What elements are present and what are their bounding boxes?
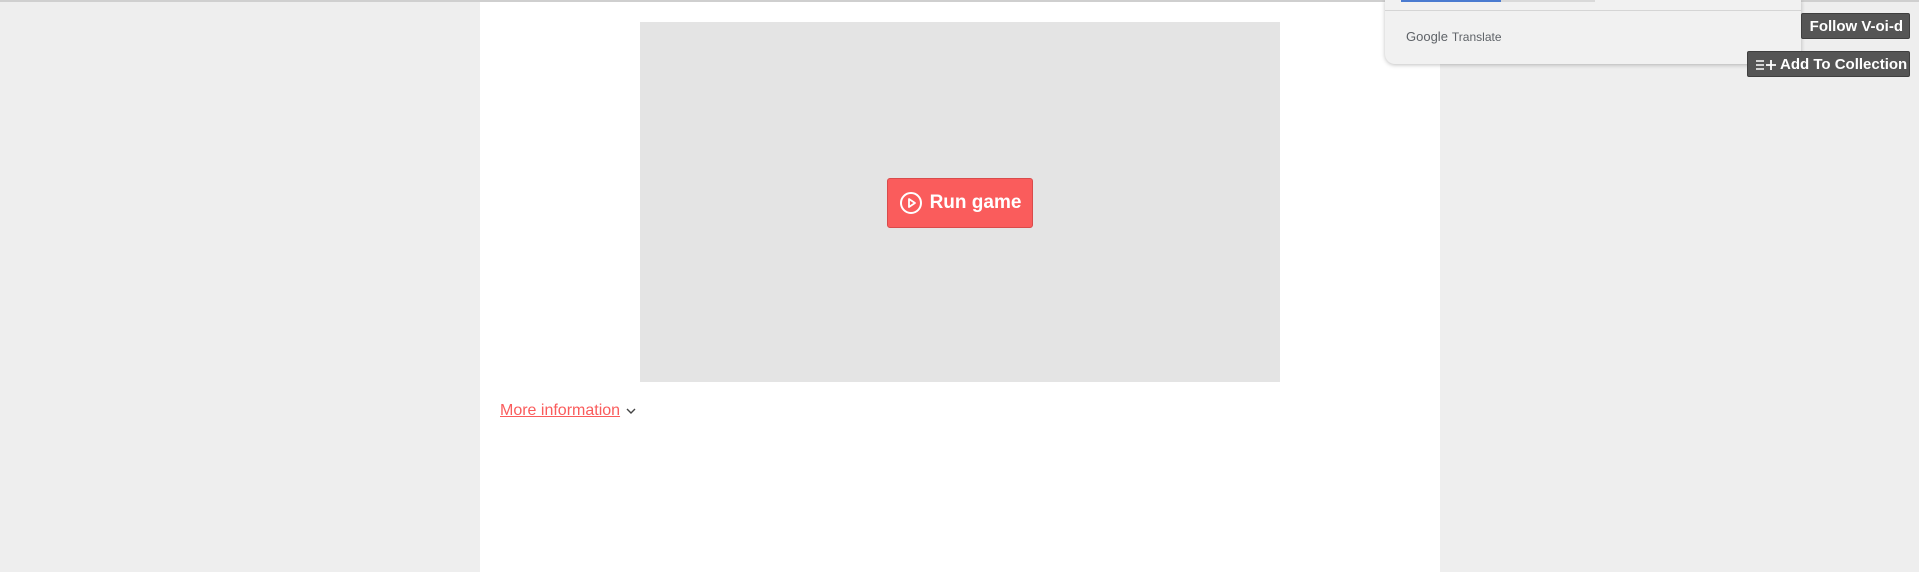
- follow-button[interactable]: Follow V-oi-d: [1801, 13, 1910, 39]
- main-content: Run game More information: [480, 2, 1440, 572]
- more-information-toggle[interactable]: More information: [500, 402, 637, 420]
- add-to-collection-button[interactable]: Add To Collection: [1747, 51, 1910, 77]
- google-wordmark: Google: [1406, 29, 1448, 44]
- chevron-down-icon: [625, 405, 637, 417]
- play-circle-icon: [899, 191, 923, 215]
- translate-divider: [1385, 10, 1801, 11]
- google-translate-popup: Google Translate: [1385, 0, 1801, 64]
- translate-active-tab-indicator: [1401, 0, 1501, 2]
- translate-language-tabs[interactable]: [1401, 0, 1595, 2]
- more-information-link[interactable]: More information: [500, 402, 620, 420]
- game-frame: Run game: [640, 22, 1280, 382]
- run-game-label: Run game: [929, 192, 1022, 213]
- translate-wordmark: Translate: [1451, 30, 1502, 44]
- run-game-button[interactable]: Run game: [887, 178, 1033, 228]
- page: Run game More information Google Transla…: [0, 0, 1919, 572]
- add-to-collection-icon: [1755, 57, 1777, 71]
- add-to-collection-label: Add To Collection: [1780, 55, 1908, 73]
- google-translate-brand: Google Translate: [1406, 29, 1502, 44]
- follow-label: Follow V-oi-d: [1809, 17, 1903, 35]
